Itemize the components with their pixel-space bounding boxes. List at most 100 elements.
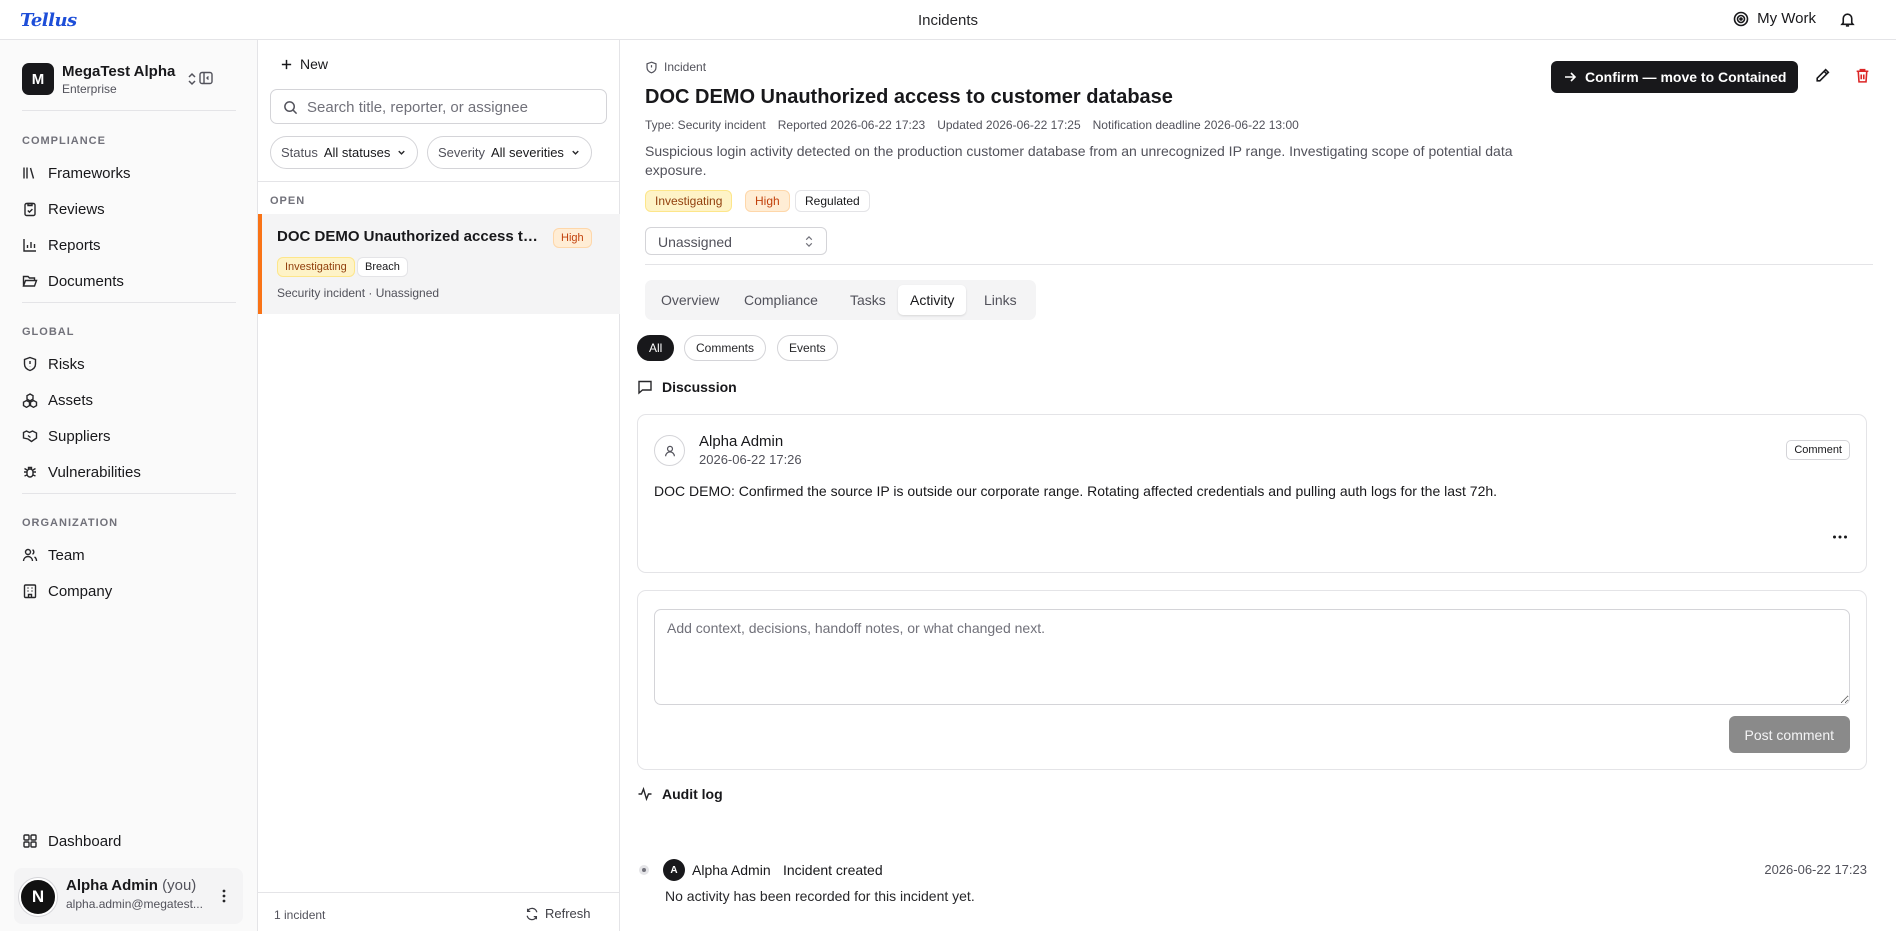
sidebar-item-documents[interactable]: Documents <box>22 266 236 296</box>
incident-reported: Reported 2026-06-22 17:23 <box>777 118 926 132</box>
tab-links[interactable]: Links <box>972 285 1029 315</box>
audit-event: Incident created <box>783 862 883 878</box>
my-work-button[interactable]: My Work <box>1733 10 1816 27</box>
refresh-label: Refresh <box>545 906 591 921</box>
refresh-icon <box>526 907 538 920</box>
boxes-icon <box>22 393 38 408</box>
tab-compliance[interactable]: Compliance <box>732 285 830 315</box>
user-email: alpha.admin@megatest... <box>66 897 203 911</box>
sidebar-item-label: Suppliers <box>48 427 111 445</box>
audit-log-heading: Audit log <box>637 786 723 802</box>
sidebar-item-vulnerabilities[interactable]: Vulnerabilities <box>22 457 236 487</box>
incident-kind: Incident <box>645 60 706 74</box>
search-input[interactable] <box>307 97 597 117</box>
activity-icon <box>638 786 652 802</box>
list-item[interactable]: DOC DEMO Unauthorized access to customer… <box>258 214 620 314</box>
filter-comments[interactable]: Comments <box>684 335 767 361</box>
user-avatar: N <box>19 878 57 916</box>
sidebar-item-label: Reviews <box>48 200 105 218</box>
search-icon <box>284 101 298 115</box>
more-horizontal-icon[interactable] <box>1832 535 1848 539</box>
notifications-button[interactable] <box>1839 11 1856 28</box>
org-name: MegaTest Alpha <box>62 63 176 80</box>
org-plan: Enterprise <box>62 82 117 96</box>
trash-icon <box>1856 68 1869 83</box>
severity-filter[interactable]: Severity All severities <box>427 136 592 169</box>
building-icon <box>23 584 37 599</box>
assignee-select[interactable]: Unassigned <box>645 227 827 255</box>
sidebar-divider <box>22 110 236 111</box>
sidebar-item-suppliers[interactable]: Suppliers <box>22 421 236 451</box>
tag-badge: Breach <box>357 257 408 277</box>
top-bar: Tellus Incidents My Work <box>0 0 1896 40</box>
more-vertical-icon[interactable] <box>222 888 226 904</box>
status-badge: Investigating <box>277 257 355 277</box>
group-label-open: OPEN <box>270 195 306 207</box>
sidebar-item-label: Dashboard <box>48 832 122 850</box>
sidebar-item-label: Company <box>48 582 113 600</box>
confirm-contained-button[interactable]: Confirm — move to Contained <box>1551 61 1799 93</box>
edit-button[interactable] <box>1814 67 1831 84</box>
bug-icon <box>24 466 36 478</box>
sidebar-item-risks[interactable]: Risks <box>22 349 236 379</box>
audit-empty-message: No activity has been recorded for this i… <box>665 888 975 904</box>
sidebar-item-label: Risks <box>48 355 85 373</box>
timeline-dot <box>639 865 649 875</box>
target-icon <box>1733 11 1749 26</box>
incident-title: DOC DEMO Unauthorized access to customer… <box>277 228 541 245</box>
sidebar-item-team[interactable]: Team <box>22 540 236 570</box>
status-filter[interactable]: Status All statuses <box>270 136 419 169</box>
sidebar: M MegaTest Alpha Enterprise COMPLIANCE F… <box>0 40 258 931</box>
tab-overview[interactable]: Overview <box>649 285 731 315</box>
shield-icon <box>23 356 37 372</box>
commenter-avatar <box>654 435 685 466</box>
comment-input[interactable] <box>654 609 1850 705</box>
incident-description: Suspicious login activity detected on th… <box>645 143 1513 178</box>
severity-badge: High <box>745 190 790 212</box>
chevron-down-icon <box>572 150 579 155</box>
org-avatar: M <box>22 63 54 95</box>
tab-activity[interactable]: Activity <box>898 285 967 315</box>
post-comment-button[interactable]: Post comment <box>1728 716 1850 753</box>
sidebar-item-reports[interactable]: Reports <box>22 230 236 260</box>
arrow-right-icon <box>1565 72 1577 82</box>
handshake-icon <box>22 430 38 443</box>
incident-search[interactable] <box>270 89 607 124</box>
tab-tasks[interactable]: Tasks <box>838 285 898 315</box>
comment-time: 2026-06-22 17:26 <box>699 452 802 467</box>
sidebar-divider <box>22 302 236 303</box>
sidebar-item-label: Team <box>48 546 85 564</box>
filter-all[interactable]: All <box>637 335 675 361</box>
filter-events[interactable]: Events <box>777 335 838 361</box>
sidebar-item-reviews[interactable]: Reviews <box>22 194 236 224</box>
sidebar-collapse-icon[interactable] <box>198 70 214 86</box>
chevrons-up-down-icon[interactable] <box>185 71 199 87</box>
list-divider <box>258 181 620 182</box>
plus-icon <box>281 59 292 69</box>
sidebar-item-dashboard[interactable]: Dashboard <box>22 826 236 856</box>
severity-filter-label: Severity <box>438 145 485 160</box>
user-icon <box>664 445 675 456</box>
discussion-label: Discussion <box>662 379 737 395</box>
new-incident-button[interactable]: New <box>280 56 328 72</box>
incident-kind-label: Incident <box>664 60 707 74</box>
refresh-button[interactable]: Refresh <box>525 906 591 921</box>
folder-open-icon <box>22 275 38 287</box>
pencil-icon <box>1816 68 1830 82</box>
delete-button[interactable] <box>1854 67 1871 84</box>
sidebar-item-label: Assets <box>48 391 94 409</box>
incident-meta-line: Type: Security incident Reported 2026-06… <box>645 118 1299 132</box>
sidebar-divider <box>22 493 236 494</box>
sidebar-item-frameworks[interactable]: Frameworks <box>22 158 236 188</box>
status-badge: Investigating <box>645 190 733 212</box>
sidebar-item-company[interactable]: Company <box>22 576 236 606</box>
severity-badge: High <box>553 228 592 248</box>
audit-time: 2026-06-22 17:23 <box>1764 862 1867 877</box>
incident-count: 1 incident <box>274 908 326 922</box>
user-name-text: Alpha Admin <box>66 877 158 894</box>
confirm-label: Confirm — move to Contained <box>1585 69 1787 85</box>
assignee-value: Unassigned <box>658 234 732 250</box>
user-menu[interactable]: N Alpha Admin (you) alpha.admin@megatest… <box>14 868 243 924</box>
list-footer-divider <box>258 892 620 893</box>
sidebar-item-assets[interactable]: Assets <box>22 385 236 415</box>
